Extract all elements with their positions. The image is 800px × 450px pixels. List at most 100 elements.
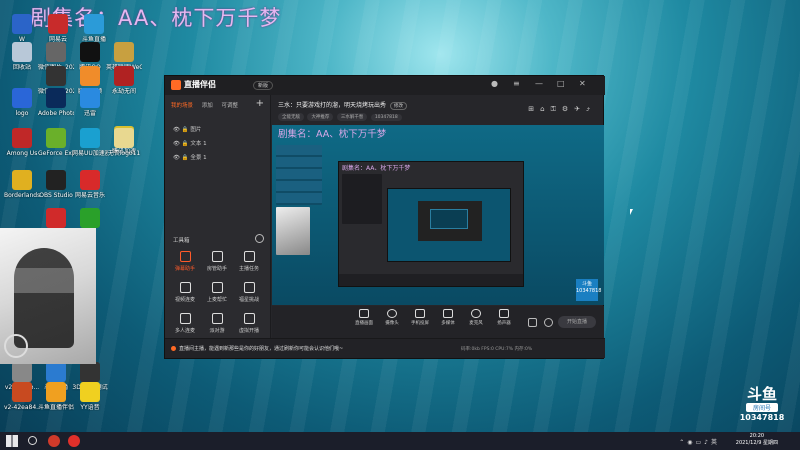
tool-button[interactable]: 视频连麦 [171,282,199,303]
tool-button[interactable]: 房管助手 [203,251,231,272]
desktop-icon[interactable]: Among Us [4,128,40,157]
desktop-icon[interactable]: logo [4,88,40,117]
tab-my-scenes[interactable]: 我的场景 [171,103,193,109]
desktop-icon[interactable]: 迅雷 [72,88,108,117]
desktop-icon-label: 回收站 [12,64,31,71]
app-icon [80,170,100,190]
desktop-icon[interactable]: 无畏logo11 [106,128,142,157]
phone-icon [415,309,425,318]
monitor-icon [359,309,369,318]
scene-item-panorama[interactable]: 👁 🔒 全景 1 [173,153,207,161]
tool-button[interactable]: 上麦帮忙 [203,282,231,303]
desktop-icon[interactable]: 网易云音乐 [72,170,108,199]
webcam-watermark [4,334,28,358]
app-icon [48,14,68,34]
stream-preview[interactable]: 剧集名：AA、枕下万千梦 剧集名：AA、枕下万千梦 斗鱼 10347818 [272,125,604,305]
app-icon [80,128,100,148]
toolbox-settings-icon[interactable] [255,234,264,243]
main-panel: 三水：只要游戏打的溜，明天烧烤玩出秀 修改 全能无敌 大神推荐 三水解千愁 103… [272,95,604,340]
tool-button[interactable]: 福星挑战 [235,282,263,303]
desktop-icon-label: 网易云音乐 [74,192,105,199]
taskbar-netease-icon[interactable] [68,435,80,447]
app-icon [80,88,100,108]
tool-button[interactable]: 主播任务 [235,251,263,272]
notice-text: 直播间主播，能遇到新那些是你的好朋友，通过刷新你可能会认识他们哦~ [179,346,344,352]
app-icon [12,382,32,402]
app-icon [46,66,66,86]
search-icon[interactable] [28,436,37,445]
app-icon [114,66,134,86]
version-badge[interactable]: 新版 [253,81,274,90]
app-icon [80,362,100,382]
add-scene-icon[interactable]: + [256,98,264,109]
desktop-icon[interactable]: OBS Studio [38,170,74,199]
tool-button[interactable]: 弹幕助手 [171,251,199,272]
taskbar-clock[interactable]: 20:20 2021/12/9 星期四 [736,433,778,447]
desktop-icon[interactable]: 斗鱼直播伴侣 [38,382,74,411]
record-icon[interactable] [528,318,537,327]
tool-label: 主播任务 [238,266,259,272]
system-tray[interactable]: ⌃◉▭♪英 [679,437,720,446]
desktop-icon-label: 斗鱼直播伴侣 [38,404,74,411]
desktop-icon-label: 迅雷 [83,110,96,117]
desktop-icon[interactable]: 回收站 [4,42,40,71]
clock-icon[interactable] [544,318,553,327]
speaker-button[interactable]: 扬声器 [492,309,516,326]
maximize-icon[interactable]: □ [557,79,565,88]
chip: 大神推荐 [307,113,334,121]
nested-screen [430,209,468,229]
desktop-icon[interactable]: 永劫无间 [106,66,142,95]
preview-desktop-icons [276,145,322,205]
desktop-icon[interactable]: 网易UU加速器 [72,128,108,157]
chip: 三水解千愁 [336,113,368,121]
camera-button[interactable]: 摄像头 [380,309,404,326]
livestream-app-window[interactable]: 直播伴侣 新版 ● ≡ — □ ✕ 我的场景 添加 可调整 + 👁 🔒 图片 👁… [164,75,605,359]
close-icon[interactable]: ✕ [579,79,586,88]
desktop-icon[interactable]: 网易云 [40,14,76,43]
menu-icon[interactable]: ≡ [513,79,520,88]
room-chips: 全能无敌 大神推荐 三水解千愁 10347818 [278,113,404,121]
app-icon [80,66,100,86]
screen-capture-button[interactable]: 直播画面 [352,309,376,326]
desktop-icon[interactable]: YY语音 [72,382,108,411]
desktop-icon[interactable] [72,208,108,230]
desktop-icon[interactable]: 斗鱼直播 [76,14,112,43]
taskbar-douyu-icon[interactable] [48,435,60,447]
taskbar: ⌃◉▭♪英 20:20 2021/12/9 星期四 [0,432,800,450]
scene-item-image[interactable]: 👁 🔒 图片 [173,125,201,133]
app-icon [12,42,32,62]
chip: 全能无敌 [278,113,304,121]
app-titlebar[interactable]: 直播伴侣 新版 ● ≡ — □ ✕ [165,76,605,95]
room-title-row: 三水：只要游戏打的溜，明天烧烤玩出秀 修改 [278,100,408,110]
desktop-icon[interactable]: Adobe Photosh... [38,88,74,117]
tool-button[interactable]: 派对游 [203,313,231,334]
douyu-room-watermark: 斗鱼 房间号 10347818 [739,385,785,422]
desktop-icon[interactable]: Borderlands 2 [4,170,40,199]
avatar-icon[interactable]: ● [491,79,498,88]
tool-label: 多人连麦 [174,328,195,334]
phone-cast-button[interactable]: 手机投屏 [408,309,432,326]
minimize-icon[interactable]: — [535,79,543,88]
tool-button[interactable]: 多人连麦 [171,313,199,334]
tab-adjust[interactable]: 可调整 [222,103,239,109]
desktop-icon[interactable]: GeForce Experience [38,128,74,157]
tool-label: 视频连麦 [174,297,195,303]
webcam-feed [0,228,96,364]
tool-icon [179,313,191,324]
edit-button[interactable]: 修改 [390,102,408,110]
start-icon[interactable] [6,435,18,447]
scene-sidebar: 我的场景 添加 可调整 + 👁 🔒 图片 👁 🔒 文本 1 👁 🔒 全景 1 工… [165,95,271,340]
desktop-icon[interactable]: W [4,14,40,43]
app-icon [46,170,66,190]
start-live-button[interactable]: 开始直播 [558,316,596,328]
app-icon [114,128,134,148]
stream-stats: 码率:0kb FPS:0 CPU:7% 内存:0% [461,347,533,352]
desktop-icon[interactable]: v2-42ea84... [4,382,40,411]
scene-item-text[interactable]: 👁 🔒 文本 1 [173,139,207,147]
tool-button[interactable]: 虚拟开播 [235,313,263,334]
tab-add[interactable]: 添加 [202,103,213,109]
room-action-icons[interactable]: ⊞⌂⚿⚙✈⤴ [528,105,596,114]
media-button[interactable]: 多媒体 [436,309,460,326]
desktop-icon[interactable] [38,208,74,230]
microphone-button[interactable]: 麦克风 [464,309,488,326]
